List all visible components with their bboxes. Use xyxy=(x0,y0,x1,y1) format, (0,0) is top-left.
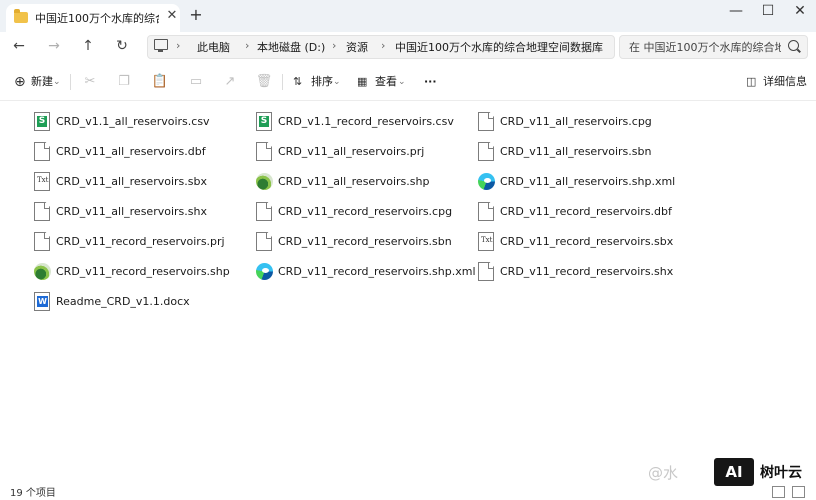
watermark-text: @水 xyxy=(648,464,679,482)
file-name: CRD_v11_all_reservoirs.prj xyxy=(278,145,425,158)
tab-close-button[interactable]: ✕ xyxy=(164,8,180,24)
sort-button[interactable]: 排序 xyxy=(311,72,333,92)
breadcrumb-separator: › xyxy=(176,39,181,52)
chevron-down-icon: ⌄ xyxy=(53,77,61,87)
file-name: CRD_v11_all_reservoirs.shx xyxy=(56,205,207,218)
search-box[interactable]: 在 中国近100万个水库的综合地理 xyxy=(619,35,808,59)
sort-icon: ⇅ xyxy=(293,75,303,88)
file-icon xyxy=(478,262,494,281)
breadcrumb-resources[interactable]: 资源 xyxy=(346,39,368,55)
csv-icon: S xyxy=(256,112,272,131)
breadcrumb-local-disk[interactable]: 本地磁盘 (D:) xyxy=(257,39,325,55)
up-button[interactable]: ↑ xyxy=(78,36,98,56)
file-name: CRD_v11_all_reservoirs.dbf xyxy=(56,145,206,158)
tab-current-folder[interactable]: 中国近100万个水库的综合地理 ✕ xyxy=(6,4,180,32)
new-tab-button[interactable]: + xyxy=(188,7,204,23)
file-name: CRD_v11_record_reservoirs.sbx xyxy=(500,235,674,248)
file-name: CRD_v11_all_reservoirs.cpg xyxy=(500,115,652,128)
title-bar: 中国近100万个水库的综合地理 ✕ + — ☐ ✕ xyxy=(0,0,816,32)
close-button[interactable]: ✕ xyxy=(784,0,816,24)
copy-icon[interactable]: ❐ xyxy=(114,72,134,92)
file-name: CRD_v11_record_reservoirs.cpg xyxy=(278,205,453,218)
search-icon xyxy=(788,40,799,51)
text-file-icon: Txt xyxy=(478,232,494,251)
view-icon: ▦ xyxy=(357,75,368,88)
toolbar-divider xyxy=(70,74,71,90)
share-icon[interactable]: ↗ xyxy=(220,72,240,92)
new-button[interactable]: 新建 xyxy=(31,72,53,92)
file-icon xyxy=(478,142,494,161)
more-options-button[interactable]: ··· xyxy=(424,72,437,92)
breadcrumb-this-pc[interactable]: 此电脑 xyxy=(197,39,230,55)
details-pane-icon: ◫ xyxy=(746,75,757,88)
text-file-icon: Txt xyxy=(34,172,50,191)
chevron-down-icon: ⌄ xyxy=(398,77,406,87)
file-name: CRD_v11_all_reservoirs.shp.xml xyxy=(500,175,676,188)
file-name: CRD_v11_record_reservoirs.sbn xyxy=(278,235,452,248)
watermark-brand: 树叶云 xyxy=(760,465,802,481)
chevron-down-icon: ⌄ xyxy=(333,77,341,87)
minimize-button[interactable]: — xyxy=(720,0,752,24)
file-name: CRD_v11_record_reservoirs.shp.xml xyxy=(278,265,476,278)
breadcrumb-separator: › xyxy=(332,39,337,52)
file-icon xyxy=(256,142,272,161)
cut-icon[interactable]: ✂ xyxy=(80,72,100,92)
watermark-badge: AI xyxy=(714,458,754,486)
search-input[interactable]: 在 中国近100万个水库的综合地理 xyxy=(629,39,781,55)
address-bar[interactable]: › 此电脑 › 本地磁盘 (D:) › 资源 › 中国近100万个水库的综合地理… xyxy=(147,35,615,59)
file-name: CRD_v11_all_reservoirs.sbn xyxy=(500,145,652,158)
file-icon xyxy=(256,202,272,221)
file-name: Readme_CRD_v1.1.docx xyxy=(56,295,190,308)
file-icon xyxy=(34,232,50,251)
file-icon xyxy=(478,202,494,221)
toolbar-divider xyxy=(282,74,283,90)
command-bar: ⊕ 新建 ⌄ ✂ ❐ 📋 ▭ ↗ 🗑 ⇅ 排序 ⌄ ▦ 查看 ⌄ ··· ◫ 详… xyxy=(0,62,816,101)
file-list: S CRD_v1.1_all_reservoirs.csv S CRD_v1.1… xyxy=(0,104,816,464)
edge-icon xyxy=(256,263,273,280)
file-name: CRD_v11_all_reservoirs.shp xyxy=(278,175,430,188)
view-button[interactable]: 查看 xyxy=(375,72,397,92)
edge-icon xyxy=(478,173,495,190)
file-icon xyxy=(256,232,272,251)
file-name: CRD_v11_record_reservoirs.shp xyxy=(56,265,230,278)
delete-icon[interactable]: 🗑 xyxy=(254,72,274,92)
file-icon xyxy=(34,202,50,221)
breadcrumb-current-folder[interactable]: 中国近100万个水库的综合地理空间数据库 xyxy=(395,39,603,55)
tab-title: 中国近100万个水库的综合地理 xyxy=(35,12,159,25)
rename-icon[interactable]: ▭ xyxy=(186,72,206,92)
file-name: CRD_v11_all_reservoirs.sbx xyxy=(56,175,207,188)
details-button[interactable]: 详细信息 xyxy=(763,72,807,92)
breadcrumb-separator: › xyxy=(245,39,250,52)
maximize-button[interactable]: ☐ xyxy=(752,0,784,24)
csv-icon: S xyxy=(34,112,50,131)
folder-icon xyxy=(14,9,28,23)
word-icon: W xyxy=(34,292,50,311)
breadcrumb-separator: › xyxy=(381,39,386,52)
file-icon xyxy=(478,112,494,131)
item-count: 19 个项目 xyxy=(10,488,56,499)
refresh-button[interactable]: ↻ xyxy=(112,36,132,56)
monitor-icon xyxy=(154,39,168,52)
file-name: CRD_v11_record_reservoirs.shx xyxy=(500,265,674,278)
file-name: CRD_v1.1_record_reservoirs.csv xyxy=(278,115,454,128)
file-name: CRD_v1.1_all_reservoirs.csv xyxy=(56,115,210,128)
back-button[interactable]: ← xyxy=(9,36,29,56)
paste-icon[interactable]: 📋 xyxy=(150,72,170,92)
watermark: @水 AI 树叶云 xyxy=(648,456,816,490)
globe-icon xyxy=(34,263,51,280)
file-name: CRD_v11_record_reservoirs.prj xyxy=(56,235,225,248)
globe-icon xyxy=(256,173,273,190)
forward-button[interactable]: → xyxy=(44,36,64,56)
file-icon xyxy=(34,142,50,161)
file-name: CRD_v11_record_reservoirs.dbf xyxy=(500,205,672,218)
new-plus-icon: ⊕ xyxy=(14,74,26,90)
